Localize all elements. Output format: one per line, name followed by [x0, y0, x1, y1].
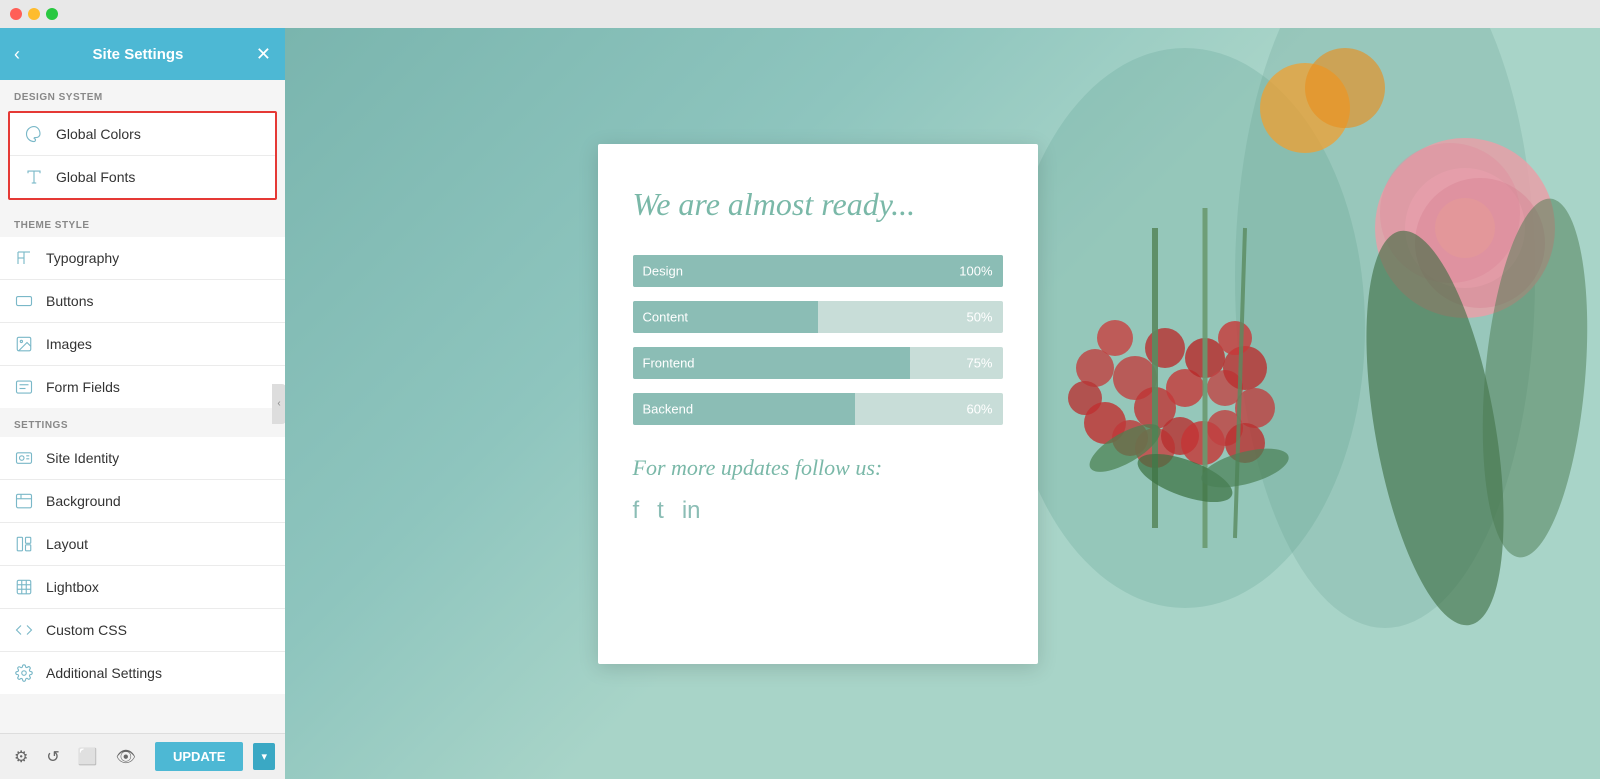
sidebar-item-form-fields[interactable]: Form Fields	[0, 366, 285, 408]
title-bar	[0, 0, 1600, 28]
preview-title: We are almost ready...	[633, 184, 1003, 226]
maximize-traffic-light[interactable]	[46, 8, 58, 20]
background-label: Background	[46, 493, 121, 509]
css-icon	[14, 620, 34, 640]
palette-icon	[24, 124, 44, 144]
design-pct: 100%	[959, 264, 992, 279]
form-icon	[14, 377, 34, 397]
layout-icon	[14, 534, 34, 554]
font-icon	[24, 167, 44, 187]
close-button[interactable]: ✕	[256, 45, 271, 63]
theme-style-section: Typography Buttons Image	[0, 237, 285, 408]
images-label: Images	[46, 336, 92, 352]
design-label: Design	[643, 264, 683, 279]
global-fonts-label: Global Fonts	[56, 169, 135, 185]
progress-bar-content: Content 50%	[633, 301, 1003, 333]
custom-css-label: Custom CSS	[46, 622, 127, 638]
preview-toolbar-btn[interactable]: 👁	[112, 743, 140, 771]
social-icons: f t in	[633, 497, 1003, 525]
twitter-icon[interactable]: t	[657, 497, 664, 525]
progress-bar-backend: Backend 60%	[633, 393, 1003, 425]
lightbox-icon	[14, 577, 34, 597]
update-dropdown-button[interactable]: ▾	[253, 743, 275, 770]
typography-label: Typography	[46, 250, 119, 266]
preview-card: We are almost ready... Design 100% Conte…	[598, 144, 1038, 664]
sidebar-item-custom-css[interactable]: Custom CSS	[0, 609, 285, 652]
progress-bar-design: Design 100%	[633, 255, 1003, 287]
facebook-icon[interactable]: f	[633, 497, 640, 525]
sidebar-item-buttons[interactable]: Buttons	[0, 280, 285, 323]
linkedin-icon[interactable]: in	[682, 497, 701, 525]
close-traffic-light[interactable]	[10, 8, 22, 20]
heading-icon	[14, 248, 34, 268]
sidebar-item-typography[interactable]: Typography	[0, 237, 285, 280]
sidebar-item-additional-settings[interactable]: Additional Settings	[0, 652, 285, 694]
sidebar-toolbar: ⚙ ↺ ⬜ 👁 UPDATE ▾	[0, 733, 285, 779]
minimize-traffic-light[interactable]	[28, 8, 40, 20]
buttons-label: Buttons	[46, 293, 93, 309]
progress-bar-frontend: Frontend 75%	[633, 347, 1003, 379]
settings-label: SETTINGS	[0, 408, 285, 437]
sidebar-header: ‹ Site Settings ✕	[0, 28, 285, 80]
content-pct: 50%	[966, 310, 992, 325]
sidebar-item-layout[interactable]: Layout	[0, 523, 285, 566]
frontend-pct: 75%	[966, 356, 992, 371]
responsive-toolbar-btn[interactable]: ⬜	[74, 743, 102, 771]
layout-label: Layout	[46, 536, 88, 552]
backend-label: Backend	[643, 402, 694, 417]
update-button[interactable]: UPDATE	[155, 742, 243, 771]
backend-pct: 60%	[966, 402, 992, 417]
sidebar-item-background[interactable]: Background	[0, 480, 285, 523]
sidebar-item-global-fonts[interactable]: Global Fonts	[10, 156, 275, 198]
history-toolbar-btn[interactable]: ↺	[42, 743, 63, 771]
lightbox-label: Lightbox	[46, 579, 99, 595]
content-label: Content	[643, 310, 689, 325]
collapse-handle[interactable]: ‹	[272, 384, 285, 424]
preview-subtitle: For more updates follow us:	[633, 455, 1003, 481]
identity-icon	[14, 448, 34, 468]
main-content: We are almost ready... Design 100% Conte…	[285, 28, 1600, 779]
additional-settings-label: Additional Settings	[46, 665, 162, 681]
form-fields-label: Form Fields	[46, 379, 120, 395]
button-icon	[14, 291, 34, 311]
sidebar: ‹ Site Settings ✕ DESIGN SYSTEM Global C…	[0, 28, 285, 779]
site-identity-label: Site Identity	[46, 450, 119, 466]
frontend-label: Frontend	[643, 356, 695, 371]
global-colors-label: Global Colors	[56, 126, 141, 142]
settings-section: Site Identity Background	[0, 437, 285, 694]
app-body: ‹ Site Settings ✕ DESIGN SYSTEM Global C…	[0, 28, 1600, 779]
theme-style-label: THEME STYLE	[0, 208, 285, 237]
sidebar-title: Site Settings	[20, 46, 256, 63]
sidebar-item-site-identity[interactable]: Site Identity	[0, 437, 285, 480]
sidebar-item-global-colors[interactable]: Global Colors	[10, 113, 275, 156]
background-icon	[14, 491, 34, 511]
image-icon	[14, 334, 34, 354]
design-system-section: Global Colors Global Fonts	[8, 111, 277, 200]
settings-icon	[14, 663, 34, 683]
settings-toolbar-btn[interactable]: ⚙	[10, 743, 32, 771]
sidebar-item-lightbox[interactable]: Lightbox	[0, 566, 285, 609]
sidebar-item-images[interactable]: Images	[0, 323, 285, 366]
design-system-label: DESIGN SYSTEM	[0, 80, 285, 109]
